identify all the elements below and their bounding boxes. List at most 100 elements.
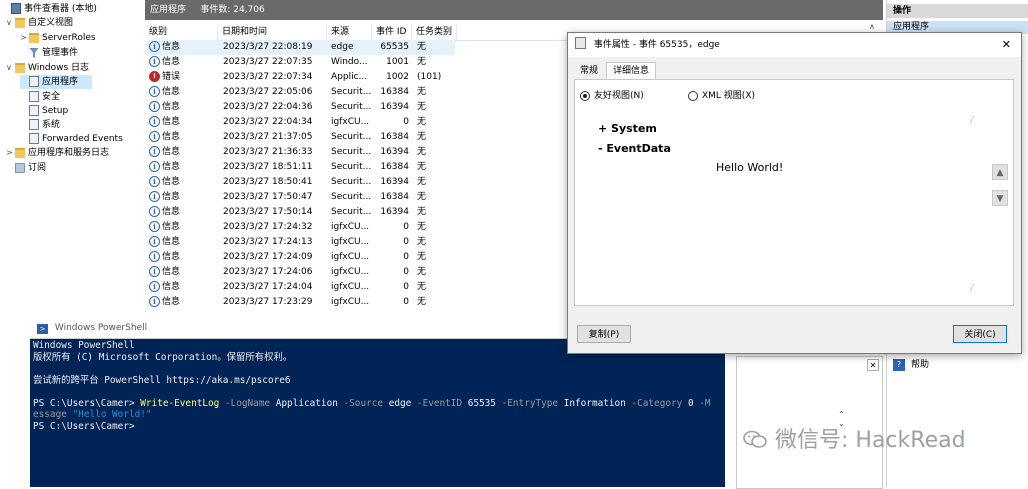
tree-item-0[interactable]: 事件查看器 (本地) xyxy=(2,2,97,16)
table-row[interactable]: ! 错误 2023/3/27 22:07:34 Applic... 1002 (101) xyxy=(145,70,455,85)
cell-level: i 信息 xyxy=(149,160,217,175)
dialog-title-bar[interactable]: 事件属性 - 事件 65535，edge ✕ xyxy=(568,33,1021,57)
level-text: 信息 xyxy=(162,207,181,217)
table-row[interactable]: i 信息 2023/3/27 17:24:13 igfxCU... 0 无 xyxy=(145,235,455,250)
tree-item-label: 自定义视图 xyxy=(28,18,74,28)
watermark: 微信号: HackRead xyxy=(742,425,966,457)
tree-expander-icon[interactable]: ∨ xyxy=(6,16,15,30)
xml-view-radio[interactable]: XML 视图(X) xyxy=(688,88,755,101)
xml-view-label: XML 视图(X) xyxy=(702,91,755,101)
level-text: 错误 xyxy=(162,72,181,82)
tree-item-4[interactable]: ∨ Windows 日志 xyxy=(6,61,89,75)
cell-source: igfxCU... xyxy=(331,252,370,262)
column-header-source[interactable]: 来源 xyxy=(327,25,372,40)
cell-source: igfxCU... xyxy=(331,117,370,127)
tree-item-8[interactable]: 系统 xyxy=(20,118,60,132)
log-icon xyxy=(29,76,39,87)
cell-datetime: 2023/3/27 22:04:36 xyxy=(223,102,313,112)
command-continuation: essage "Hello World!" xyxy=(33,409,152,421)
table-row[interactable]: i 信息 2023/3/27 17:24:06 igfxCU... 0 无 xyxy=(145,265,455,280)
table-row[interactable]: i 信息 2023/3/27 22:08:19 edge 65535 无 xyxy=(145,40,455,55)
tree-item-11[interactable]: 订阅 xyxy=(6,161,46,175)
tree-item-label: Forwarded Events xyxy=(42,134,123,144)
cell-id: 16384 xyxy=(380,132,409,142)
table-row[interactable]: i 信息 2023/3/27 18:50:41 Securit... 16394 无 xyxy=(145,175,455,190)
column-header-datetime[interactable]: 日期和时间 xyxy=(218,25,327,40)
info-icon: i xyxy=(149,101,160,112)
table-row[interactable]: i 信息 2023/3/27 18:51:11 Securit... 16384 无 xyxy=(145,160,455,175)
final-prompt: PS C:\Users\Camer> xyxy=(33,421,135,432)
cell-datetime: 2023/3/27 22:08:19 xyxy=(223,42,313,52)
table-row[interactable]: i 信息 2023/3/27 22:07:35 Windo... 1001 无 xyxy=(145,55,455,70)
table-row[interactable]: i 信息 2023/3/27 17:24:09 igfxCU... 0 无 xyxy=(145,250,455,265)
help-action[interactable]: 帮助 xyxy=(911,359,929,371)
info-icon: i xyxy=(149,146,160,157)
tree-item-9[interactable]: Forwarded Events xyxy=(20,132,123,146)
cell-datetime: 2023/3/27 17:50:14 xyxy=(223,207,313,217)
subscription-icon xyxy=(15,162,25,173)
close-button[interactable]: 关闭(C) xyxy=(953,325,1007,343)
tree-expander-icon[interactable]: ∨ xyxy=(6,61,15,75)
table-row[interactable]: i 信息 2023/3/27 17:50:47 Securit... 16384 无 xyxy=(145,190,455,205)
detail-close-icon[interactable]: ✕ xyxy=(867,359,879,371)
table-row[interactable]: i 信息 2023/3/27 17:50:14 Securit... 16394 无 xyxy=(145,205,455,220)
tree-item-7[interactable]: Setup xyxy=(20,104,68,118)
cell-datetime: 2023/3/27 17:24:32 xyxy=(223,222,313,232)
actions-title: 操作 xyxy=(887,4,1028,18)
cell-level: i 信息 xyxy=(149,130,217,145)
table-row[interactable]: i 信息 2023/3/27 22:04:34 igfxCU... 0 无 xyxy=(145,115,455,130)
system-node[interactable]: + System xyxy=(598,122,657,135)
tree-item-3[interactable]: 管理事件 xyxy=(20,46,78,60)
eventdata-node[interactable]: - EventData xyxy=(598,142,671,155)
event-list-header: 应用程序 事件数: 24,706 xyxy=(145,0,883,20)
table-row[interactable]: i 信息 2023/3/27 17:23:29 igfxCU... 0 无 xyxy=(145,295,455,310)
tree-item-label: 订阅 xyxy=(28,163,47,173)
table-row[interactable]: i 信息 2023/3/27 17:24:32 igfxCU... 0 无 xyxy=(145,220,455,235)
info-icon: i xyxy=(149,131,160,142)
cell-task: 无 xyxy=(417,162,427,172)
tab-general[interactable]: 常规 xyxy=(574,63,604,79)
copy-button[interactable]: 复制(P) xyxy=(577,325,631,343)
level-text: 信息 xyxy=(162,117,181,127)
level-text: 信息 xyxy=(162,237,181,247)
table-row[interactable]: i 信息 2023/3/27 22:05:06 Securit... 16384 无 xyxy=(145,85,455,100)
table-row[interactable]: i 信息 2023/3/27 22:04:36 Securit... 16394 无 xyxy=(145,100,455,115)
radio-selected-icon xyxy=(580,90,590,101)
tree-item-5[interactable]: 应用程序 xyxy=(20,75,92,89)
scroll-up-arrow-icon[interactable]: ∧ xyxy=(869,22,875,31)
table-row[interactable]: i 信息 2023/3/27 17:24:04 igfxCU... 0 无 xyxy=(145,280,455,295)
cell-level: i 信息 xyxy=(149,115,217,130)
tree-item-label: 系统 xyxy=(42,120,61,130)
friendly-view-radio[interactable]: 友好视图(N) xyxy=(580,88,644,101)
folder-icon xyxy=(15,17,25,28)
info-icon: i xyxy=(149,206,160,217)
tree-item-2[interactable]: > ServerRoles xyxy=(20,31,96,45)
error-icon: ! xyxy=(149,71,160,82)
param-name: -LogName xyxy=(224,398,271,409)
table-row[interactable]: i 信息 2023/3/27 21:37:05 Securit... 16384 无 xyxy=(145,130,455,145)
event-properties-icon xyxy=(575,37,586,49)
table-row[interactable]: i 信息 2023/3/27 21:36:33 Securit... 16394 无 xyxy=(145,145,455,160)
cell-source: Securit... xyxy=(331,177,371,187)
dialog-close-icon[interactable]: ✕ xyxy=(1002,33,1011,57)
cell-datetime: 2023/3/27 18:50:41 xyxy=(223,177,313,187)
next-event-arrow-icon[interactable]: ▼ xyxy=(992,190,1008,206)
level-text: 信息 xyxy=(162,147,181,157)
cell-id: 1001 xyxy=(386,57,409,67)
powershell-title: Windows PowerShell xyxy=(54,323,148,333)
tree-expander-icon[interactable]: > xyxy=(6,146,15,160)
tree-item-10[interactable]: > 应用程序和服务日志 xyxy=(6,146,109,160)
column-header-level[interactable]: 级别 xyxy=(145,25,218,40)
tree-expander-icon[interactable]: > xyxy=(20,31,29,45)
tree-item-6[interactable]: 安全 xyxy=(20,90,60,104)
tab-details[interactable]: 详细信息 xyxy=(606,62,657,79)
cell-source: edge xyxy=(331,42,354,52)
param-value: 0 xyxy=(687,398,694,409)
cell-id: 0 xyxy=(403,297,409,307)
previous-event-arrow-icon[interactable]: ▲ xyxy=(992,164,1008,180)
column-header-task-category[interactable]: 任务类别 xyxy=(412,25,457,40)
cell-task: 无 xyxy=(417,297,427,307)
tree-item-1[interactable]: ∨ 自定义视图 xyxy=(6,16,73,30)
param-name: -EventID xyxy=(416,398,463,409)
column-header-event-id[interactable]: 事件 ID xyxy=(372,25,412,40)
